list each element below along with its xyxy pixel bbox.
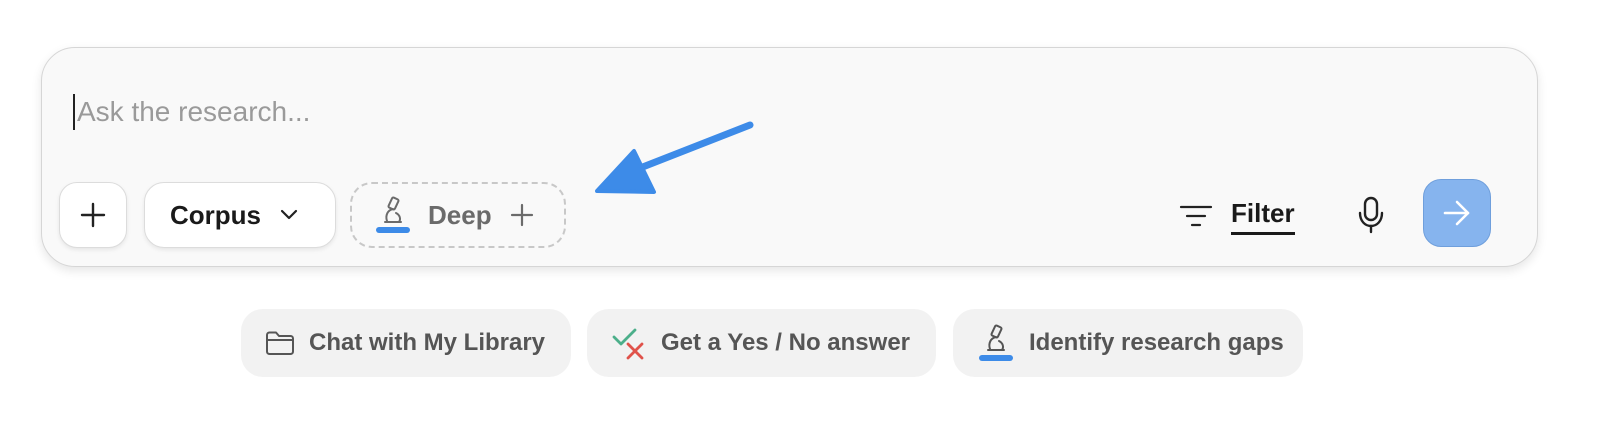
suggestion-chips: Chat with My Library Get a Yes / No answ… [0,309,1600,379]
suggestion-research-gaps[interactable]: Identify research gaps [953,309,1303,377]
microscope-icon [977,323,1015,363]
suggestion-yes-no[interactable]: Get a Yes / No answer [587,309,936,377]
check-x-icon [611,326,647,360]
folder-icon [265,330,295,356]
suggestion-label: Get a Yes / No answer [661,329,911,356]
suggestion-label: Chat with My Library [309,329,546,356]
suggestion-chat-library[interactable]: Chat with My Library [241,309,571,377]
suggestion-label: Identify research gaps [1029,329,1284,356]
